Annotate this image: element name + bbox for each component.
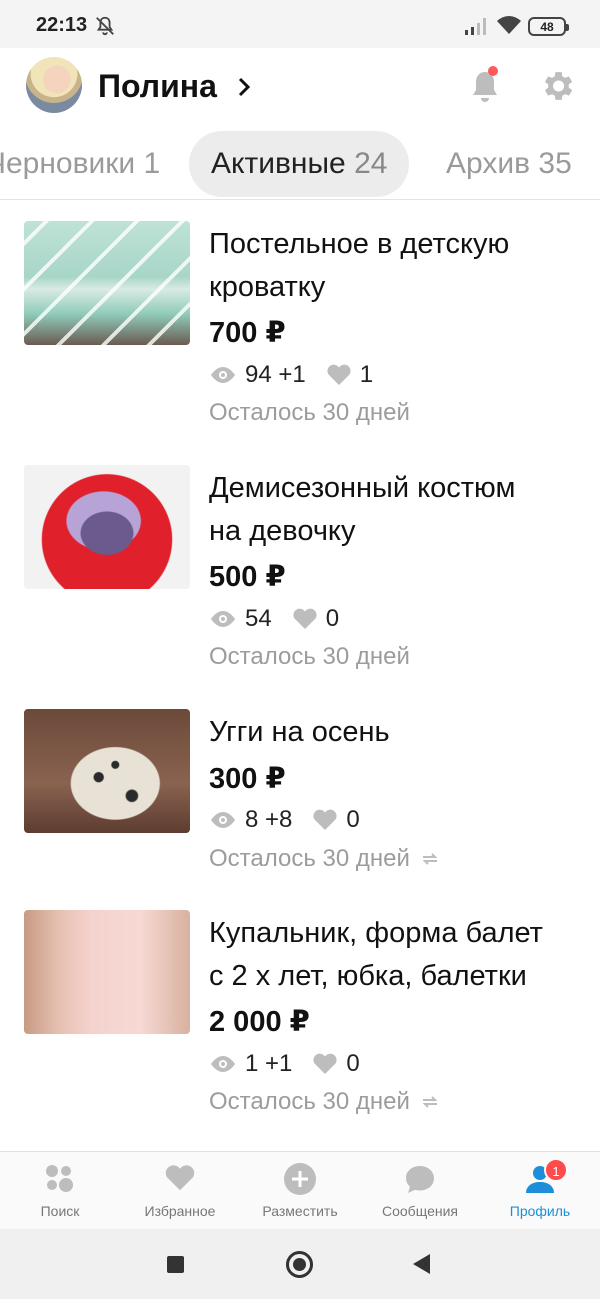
listing-title[interactable]: Угги на осень [209,711,589,754]
chat-bubble-icon [406,1166,434,1193]
likes-count: 0 [346,806,360,833]
remaining-text: Осталось 30 дней [209,643,410,670]
auto-renew-icon [422,853,438,865]
remaining-text: Осталось 30 дней [209,399,410,426]
heart-icon [313,1053,337,1074]
listing-stats: 1 +1 0 [209,1050,360,1078]
listing-photo[interactable] [24,465,190,589]
eye-icon [211,812,235,828]
listing-title-line: кроватку [209,271,326,303]
tab-active-label: Активные [211,147,346,180]
remaining-text: Осталось 30 дней [209,1088,410,1115]
eye-icon [211,1056,235,1072]
nav-messages[interactable]: Сообщения [360,1152,480,1230]
listing-title-line: Демисезонный костюм [209,472,516,504]
eye-icon [211,611,235,627]
tab-drafts-label: Черновики [0,147,136,180]
status-time: 22:13 [36,14,88,36]
heart-icon [293,608,317,629]
listing-title[interactable]: Постельное в детскую кроватку [209,223,589,309]
tab-archive[interactable]: Архив 35 [446,131,572,197]
nav-favorites[interactable]: Избранное [120,1152,240,1230]
nav-search[interactable]: Поиск [0,1152,120,1230]
nav-post-label: Разместить [262,1203,338,1219]
listing-title[interactable]: Купальник, форма балет с 2 х лет, юбка, … [209,912,589,998]
listing-tabs: Черновики 1 Активные 24 Архив 35 [0,128,600,200]
battery-level: 48 [540,19,554,34]
nav-favorites-label: Избранное [144,1203,216,1219]
listing-title-line: Угги на осень [209,716,390,748]
listing-stats: 94 +1 1 [209,361,373,389]
auto-renew-icon [422,1096,438,1108]
profile-badge: 1 [544,1158,568,1182]
notifications-muted-icon [96,16,114,36]
user-name[interactable]: Полина [98,68,217,105]
listing-remaining: Осталось 30 дней [209,845,440,873]
listing-stats: 54 0 [209,605,339,633]
plus-circle-icon [284,1163,316,1195]
signal-icon [465,18,486,35]
nav-post[interactable]: Разместить [240,1152,360,1230]
tab-drafts-count: 1 [143,147,161,180]
home-icon[interactable] [286,1251,313,1278]
listing-remaining: Осталось 30 дней [209,643,410,671]
listing-stats: 8 +8 0 [209,806,360,834]
listing-title-line: Купальник, форма балет [209,917,543,949]
eye-icon [211,367,235,383]
wifi-icon [497,16,521,34]
nav-messages-label: Сообщения [382,1203,458,1219]
tab-archive-label: Архив [446,147,531,180]
nav-search-label: Поиск [40,1203,80,1219]
listing-remaining: Осталось 30 дней [209,1088,440,1116]
system-navigation-bar [0,1229,600,1299]
listing-photo[interactable] [24,910,190,1034]
profile-header: Полина [0,48,600,128]
gear-icon[interactable] [538,67,576,105]
likes-count: 1 [359,361,374,388]
list-item[interactable]: Демисезонный костюм на девочку 500 ₽ 54 … [0,445,600,689]
recent-apps-icon[interactable] [167,1256,184,1273]
listing-title-line: на девочку [209,515,356,547]
listing-title-line: с 2 х лет, юбка, балетки [209,960,527,992]
tab-active-count: 24 [354,147,388,180]
likes-count: 0 [346,1050,360,1077]
likes-count: 0 [325,605,340,632]
chevron-right-icon[interactable] [236,76,252,98]
listing-title[interactable]: Демисезонный костюм на девочку [209,467,589,553]
listing-remaining: Осталось 30 дней [209,399,410,427]
tab-active[interactable]: Активные 24 [189,131,410,197]
nav-profile-label: Профиль [509,1203,571,1219]
bell-icon[interactable] [466,66,504,106]
heart-icon [313,809,337,830]
status-bar: 22:13 48 [0,0,600,48]
list-item[interactable]: Угги на осень 300 ₽ 8 +8 0 Осталось 30 д… [0,689,600,890]
avatar[interactable] [26,57,82,113]
listing-photo[interactable] [24,221,190,345]
listing-title-line: Постельное в детскую [209,228,510,260]
listing-price: 700 ₽ [209,317,286,349]
remaining-text: Осталось 30 дней [209,845,410,872]
back-icon[interactable] [413,1254,430,1274]
listing-price: 500 ₽ [209,561,286,593]
listing-photo[interactable] [24,709,190,833]
search-icon [46,1165,73,1192]
listing-price: 2 000 ₽ [209,1006,310,1038]
list-item[interactable]: Купальник, форма балет с 2 х лет, юбка, … [0,890,600,1134]
tab-archive-count: 35 [538,147,572,180]
nav-profile[interactable]: 1 Профиль [480,1152,600,1230]
views-count: 94 +1 [245,361,306,388]
heart-icon [165,1165,195,1191]
tab-drafts[interactable]: Черновики 1 [0,131,160,197]
battery-icon: 48 [528,17,569,36]
views-count: 54 [245,605,272,632]
views-count: 8 +8 [245,806,293,833]
listing-price: 300 ₽ [209,763,286,795]
list-item[interactable]: Постельное в детскую кроватку 700 ₽ 94 +… [0,201,600,445]
views-count: 1 +1 [245,1050,293,1077]
heart-icon [327,364,351,385]
bottom-navigation: Поиск Избранное Разместить Сообщения 1 П… [0,1151,600,1229]
